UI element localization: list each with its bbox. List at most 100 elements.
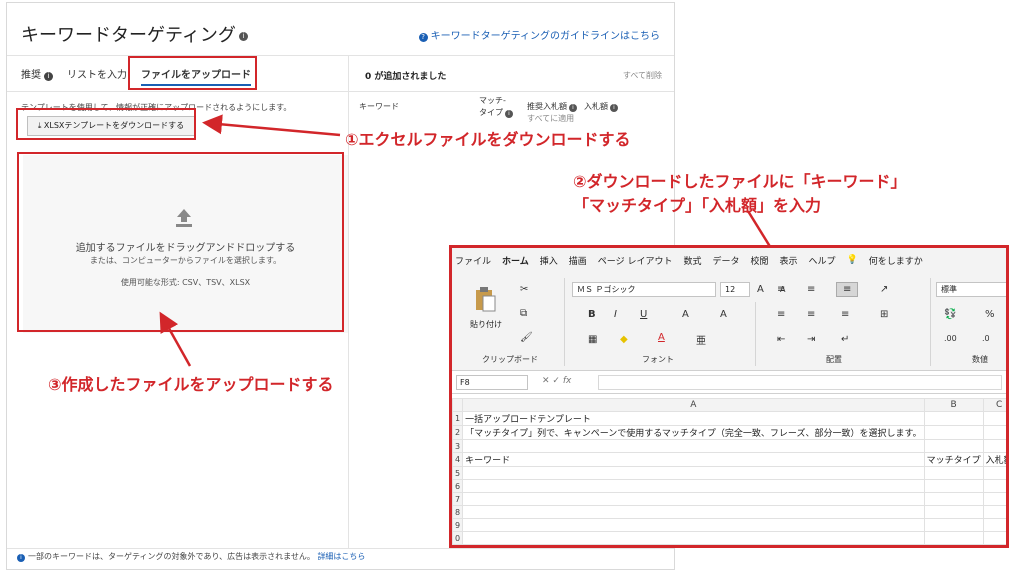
increase-font-icon[interactable]: A bbox=[757, 284, 764, 295]
orientation-icon[interactable]: ↗ bbox=[880, 284, 888, 295]
bold-icon[interactable]: B bbox=[588, 309, 596, 320]
font-color-icon[interactable]: A bbox=[658, 332, 665, 343]
cell[interactable] bbox=[923, 531, 984, 545]
borders-icon[interactable]: ▦ bbox=[588, 334, 597, 345]
percent-icon[interactable]: % bbox=[985, 309, 995, 320]
cell[interactable] bbox=[982, 518, 1006, 532]
fill-color-icon[interactable]: ◆ bbox=[620, 334, 628, 345]
align-right-icon[interactable]: ≡ bbox=[841, 309, 849, 320]
wrap-text-icon[interactable]: ↵ bbox=[841, 334, 849, 345]
font-size-select[interactable]: 12 bbox=[720, 282, 750, 297]
align-bottom-icon[interactable]: ≡ bbox=[836, 282, 859, 297]
select-all-corner[interactable] bbox=[452, 398, 464, 412]
increase-decimal-icon[interactable]: .00 bbox=[944, 334, 957, 343]
cell[interactable] bbox=[462, 505, 925, 519]
cell[interactable] bbox=[982, 411, 1006, 426]
row-header[interactable]: 7 bbox=[452, 492, 464, 506]
cell-a2[interactable]: 「マッチタイプ」列で、キャンペーンで使用するマッチタイプ（完全一致、フレーズ、部… bbox=[462, 425, 925, 440]
cell[interactable] bbox=[982, 531, 1006, 545]
row-header[interactable]: 9 bbox=[452, 518, 464, 532]
cell[interactable] bbox=[923, 479, 984, 493]
tab-recommended[interactable]: 推奨 i bbox=[21, 66, 53, 86]
align-middle-icon[interactable]: ≡ bbox=[807, 284, 815, 295]
align-left-icon[interactable]: ≡ bbox=[777, 309, 785, 320]
cell[interactable] bbox=[923, 466, 984, 480]
cell[interactable] bbox=[923, 425, 984, 440]
row-header[interactable]: 6 bbox=[452, 479, 464, 493]
format-painter-icon[interactable]: 🖌 bbox=[520, 332, 533, 343]
cell[interactable] bbox=[462, 466, 925, 480]
apply-all-link[interactable]: すべてに適用 bbox=[527, 113, 574, 124]
subscript-icon[interactable]: A bbox=[720, 309, 727, 320]
column-header[interactable]: A bbox=[462, 398, 925, 412]
column-bid: 入札額 i bbox=[584, 101, 618, 112]
paste-icon[interactable] bbox=[474, 286, 496, 312]
merge-center-icon[interactable]: ⊞ bbox=[880, 309, 888, 320]
number-format-select[interactable]: 標準 bbox=[936, 282, 1006, 297]
cell[interactable] bbox=[923, 518, 984, 532]
align-top-icon[interactable]: ≡ bbox=[777, 284, 785, 295]
cell-b4[interactable]: マッチタイプ bbox=[923, 452, 984, 467]
cell[interactable] bbox=[982, 425, 1006, 440]
formula-input[interactable] bbox=[598, 375, 1002, 390]
cell[interactable] bbox=[923, 411, 984, 426]
copy-icon[interactable]: ⧉ bbox=[520, 308, 527, 319]
cell[interactable] bbox=[462, 479, 925, 493]
superscript-icon[interactable]: A bbox=[682, 309, 689, 320]
font-name-select[interactable]: ＭＳ Ｐゴシック bbox=[572, 282, 716, 297]
cell[interactable] bbox=[923, 439, 984, 453]
align-center-icon[interactable]: ≡ bbox=[807, 309, 815, 320]
row-header[interactable]: 1 bbox=[452, 411, 464, 426]
cell-c4[interactable]: 入札額 bbox=[982, 452, 1006, 467]
menu-review[interactable]: 校閲 bbox=[751, 254, 769, 267]
cell[interactable] bbox=[462, 439, 925, 453]
row-header[interactable]: 8 bbox=[452, 505, 464, 519]
tab-enter-list[interactable]: リストを入力 bbox=[67, 66, 127, 86]
menu-help[interactable]: ヘルプ bbox=[809, 254, 836, 267]
tell-me-search[interactable]: 何をしますか bbox=[869, 254, 923, 267]
info-icon[interactable]: i bbox=[238, 31, 248, 41]
cell[interactable] bbox=[462, 531, 925, 545]
decrease-decimal-icon[interactable]: .0 bbox=[982, 334, 990, 343]
cell[interactable] bbox=[982, 505, 1006, 519]
cell[interactable] bbox=[923, 505, 984, 519]
column-header[interactable]: B bbox=[923, 398, 984, 412]
menu-home[interactable]: ホーム bbox=[502, 254, 529, 267]
annotation-step3: ③作成したファイルをアップロードする bbox=[48, 375, 334, 394]
cell[interactable] bbox=[462, 518, 925, 532]
cell[interactable] bbox=[982, 479, 1006, 493]
menu-data[interactable]: データ bbox=[712, 254, 739, 267]
row-header[interactable]: 3 bbox=[452, 439, 464, 453]
italic-icon[interactable]: I bbox=[614, 309, 617, 320]
delete-all-link[interactable]: すべて削除 bbox=[623, 70, 662, 81]
details-link[interactable]: 詳細はこちら bbox=[317, 552, 365, 561]
cell[interactable] bbox=[982, 466, 1006, 480]
decrease-indent-icon[interactable]: ⇤ bbox=[777, 334, 785, 345]
name-box[interactable]: F8 bbox=[456, 375, 528, 390]
fx-icon[interactable]: ✕ ✓ fx bbox=[542, 376, 571, 386]
cell[interactable] bbox=[982, 439, 1006, 453]
cut-icon[interactable]: ✂ bbox=[520, 284, 528, 295]
table-row: 4 キーワード マッチタイプ 入札額 bbox=[452, 452, 1006, 467]
cell[interactable] bbox=[923, 492, 984, 506]
currency-icon[interactable]: 💱 bbox=[944, 309, 956, 320]
row-header[interactable]: 0 bbox=[452, 531, 464, 545]
menu-insert[interactable]: 挿入 bbox=[540, 254, 558, 267]
menu-formulas[interactable]: 数式 bbox=[683, 254, 701, 267]
increase-indent-icon[interactable]: ⇥ bbox=[807, 334, 815, 345]
menu-draw[interactable]: 描画 bbox=[569, 254, 587, 267]
menu-view[interactable]: 表示 bbox=[780, 254, 798, 267]
column-header[interactable]: C bbox=[982, 398, 1006, 412]
menu-page-layout[interactable]: ページ レイアウト bbox=[598, 254, 673, 267]
row-header[interactable]: 5 bbox=[452, 466, 464, 480]
cell[interactable] bbox=[982, 492, 1006, 506]
row-header[interactable]: 2 bbox=[452, 425, 464, 440]
row-header[interactable]: 4 bbox=[452, 452, 464, 467]
underline-icon[interactable]: U bbox=[640, 309, 647, 320]
guide-link[interactable]: ? キーワードターゲティングのガイドラインはこちら bbox=[418, 27, 660, 42]
menu-file[interactable]: ファイル bbox=[455, 254, 491, 267]
phonetic-icon[interactable]: 亜 bbox=[696, 332, 706, 347]
cell-a1[interactable]: 一括アップロードテンプレート bbox=[462, 411, 925, 426]
cell[interactable] bbox=[462, 492, 925, 506]
cell-a4[interactable]: キーワード bbox=[462, 452, 925, 467]
